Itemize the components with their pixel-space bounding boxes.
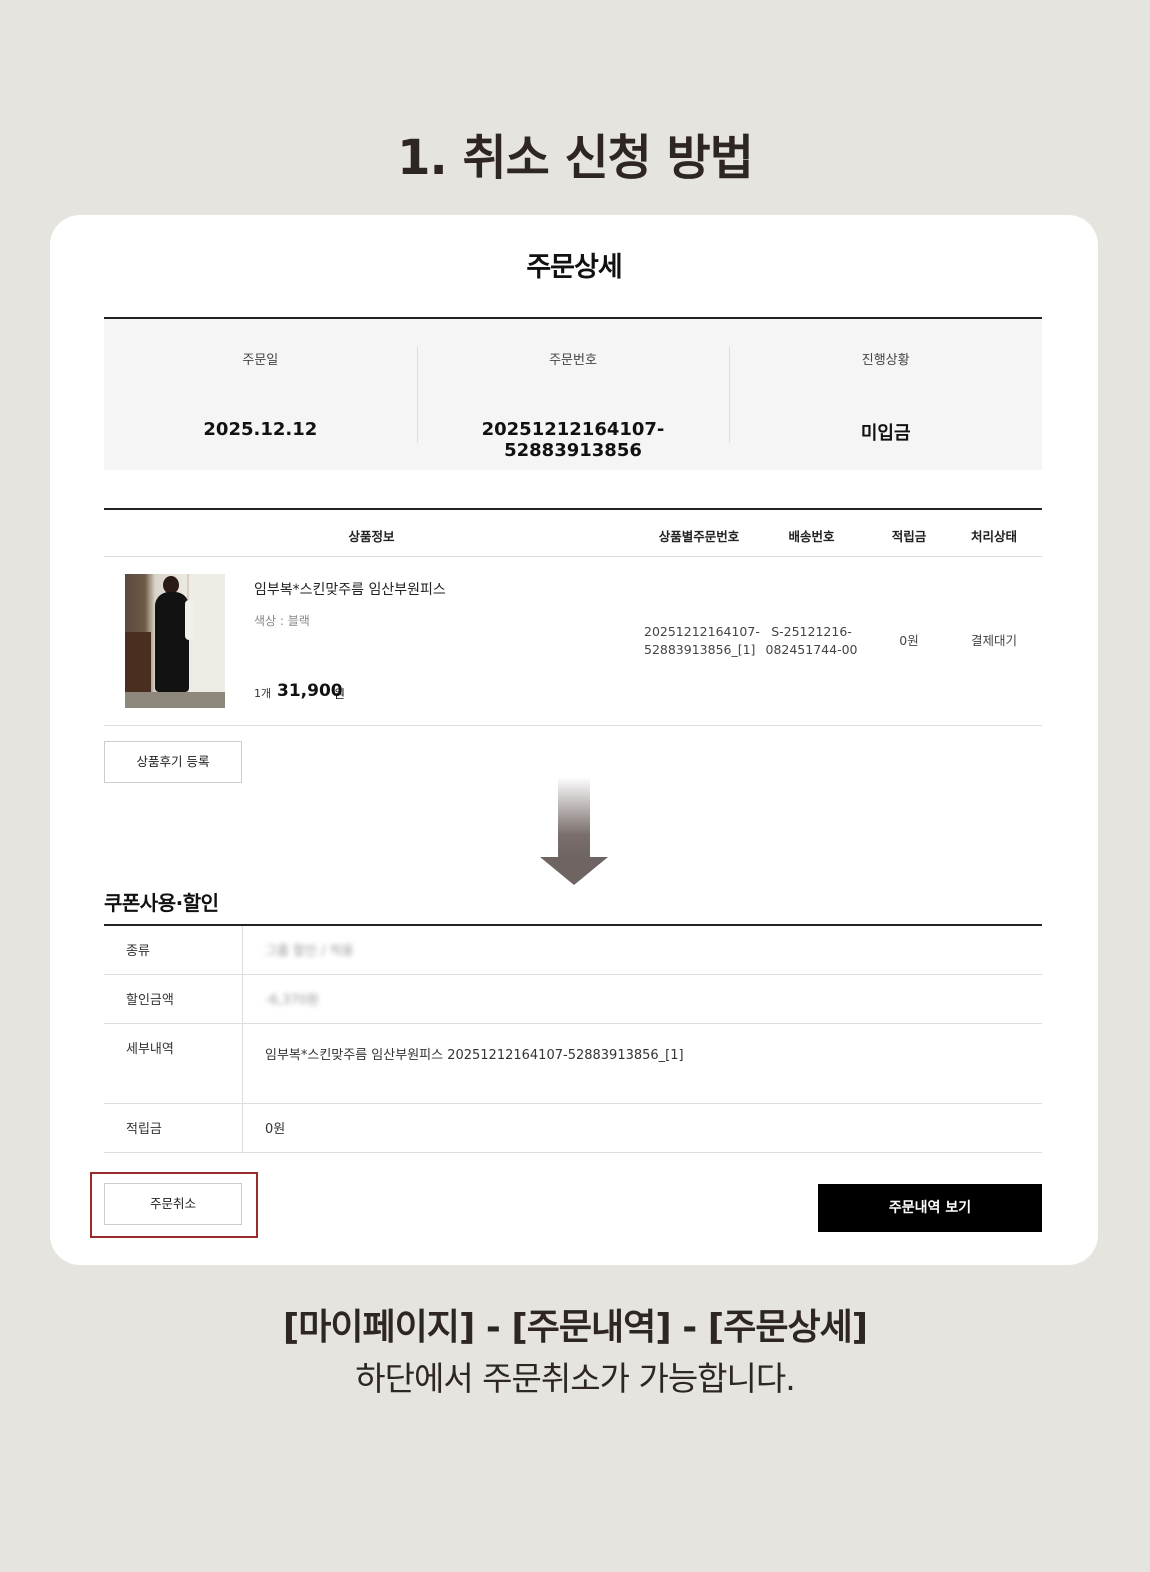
order-date-label: 주문일	[242, 353, 279, 368]
down-arrow-icon	[540, 777, 608, 885]
order-detail-card: 주문상세 주문일 2025.12.12 주문번호 20251212164107-…	[50, 215, 1098, 1265]
product-thumbnail[interactable]	[125, 574, 225, 708]
coupon-type-label: 종류	[104, 926, 243, 974]
discount-amount-value: -6,370원	[265, 993, 319, 1008]
coupon-type-row: 종류 그룹 할인 / 적용	[104, 926, 1042, 975]
order-items-table: 상품정보 상품별주문번호 배송번호 적립금 처리상태 임부복*스킨맞주름 임산부…	[104, 508, 1042, 726]
header-item-order-no: 상품별주문번호	[658, 529, 740, 544]
order-date-value: 2025.12.12	[203, 419, 318, 440]
order-number-value: 20251212164107-52883913856	[481, 419, 665, 461]
header-points: 적립금	[891, 529, 927, 544]
product-name-link[interactable]: 임부복*스킨맞주름 임산부원피스	[254, 579, 446, 599]
details-row: 세부내역 임부복*스킨맞주름 임산부원피스 20251212164107-528…	[104, 1024, 1042, 1104]
shipping-number-line2: 082451744-00	[765, 642, 858, 657]
order-date-column: 주문일 2025.12.12	[104, 319, 417, 470]
order-detail-title: 주문상세	[526, 252, 622, 283]
items-table-header: 상품정보 상품별주문번호 배송번호 적립금 처리상태	[104, 510, 1042, 557]
shipping-number: S-25121216- 082451744-00	[764, 623, 859, 659]
view-order-history-button[interactable]: 주문내역 보기	[818, 1184, 1042, 1232]
item-status: 결제대기	[970, 633, 1017, 648]
page-heading: 1. 취소 신청 방법	[397, 130, 754, 186]
points-value: 0원	[265, 1122, 286, 1137]
order-number-column: 주문번호 20251212164107-52883913856	[416, 319, 730, 470]
header-product-info: 상품정보	[348, 529, 395, 544]
coupon-type-value: 그룹 할인 / 적용	[265, 944, 354, 959]
item-points: 0원	[899, 633, 919, 648]
order-status-label: 진행상황	[861, 353, 910, 368]
order-status-column: 진행상황 미입금	[729, 319, 1042, 470]
product-price-unit: 원	[334, 687, 346, 701]
order-status-value: 미입금	[860, 423, 911, 444]
coupon-table: 종류 그룹 할인 / 적용 할인금액 -6,370원 세부내역 임부복*스킨맞주…	[104, 924, 1042, 1153]
discount-amount-row: 할인금액 -6,370원	[104, 975, 1042, 1024]
discount-amount-label: 할인금액	[104, 975, 243, 1023]
product-price: 31,900	[277, 681, 343, 701]
order-number-label: 주문번호	[549, 353, 597, 368]
item-order-number: 20251212164107- 52883913856_[1]	[644, 623, 760, 659]
points-label: 적립금	[104, 1104, 243, 1152]
caption-description: 하단에서 주문취소가 가능합니다.	[355, 1359, 796, 1398]
item-order-number-line2: 52883913856_[1]	[644, 642, 756, 657]
item-order-number-line1: 20251212164107-	[644, 624, 760, 639]
details-label: 세부내역	[104, 1024, 243, 1103]
header-status: 처리상태	[970, 529, 1017, 544]
points-row: 적립금 0원	[104, 1104, 1042, 1153]
details-value: 임부복*스킨맞주름 임산부원피스 20251212164107-52883913…	[265, 1048, 684, 1063]
order-item-row: 임부복*스킨맞주름 임산부원피스 색상 : 블랙 1개 31,900 원 202…	[104, 557, 1042, 726]
shipping-number-line1: S-25121216-	[771, 624, 852, 639]
coupon-section-title: 쿠폰사용·할인	[104, 891, 219, 915]
write-review-button[interactable]: 상품후기 등록	[104, 741, 242, 783]
cancel-order-button[interactable]: 주문취소	[104, 1183, 242, 1225]
header-shipping-no: 배송번호	[788, 529, 835, 544]
order-summary: 주문일 2025.12.12 주문번호 20251212164107-52883…	[104, 317, 1042, 470]
product-quantity: 1개	[254, 687, 272, 700]
caption-path: [마이페이지] - [주문내역] - [주문상세]	[282, 1307, 868, 1348]
product-option: 색상 : 블랙	[254, 614, 310, 628]
